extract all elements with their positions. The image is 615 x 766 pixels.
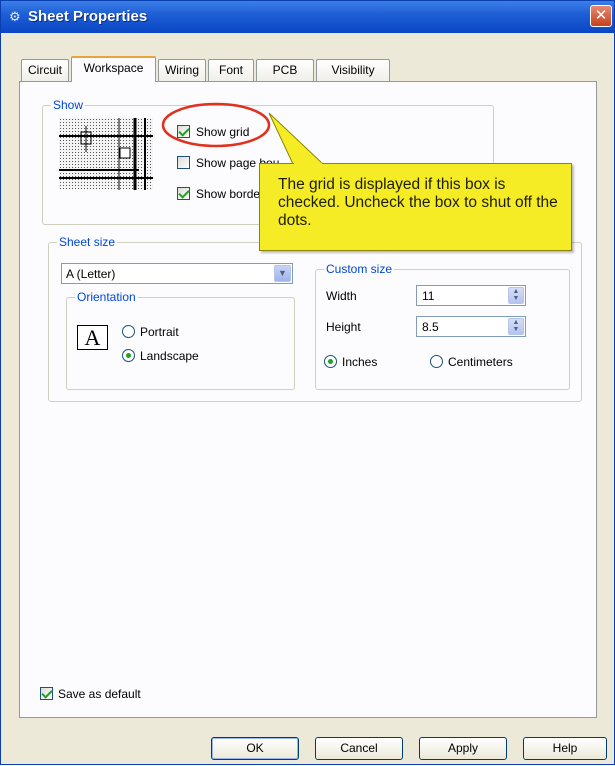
cancel-button[interactable]: Cancel xyxy=(315,737,403,760)
tab-circuit[interactable]: Circuit xyxy=(21,59,69,81)
portrait-radio[interactable] xyxy=(122,325,135,338)
landscape-radio[interactable] xyxy=(122,349,135,362)
apply-button[interactable]: Apply xyxy=(419,737,507,760)
show-border-label: Show borde xyxy=(196,187,261,201)
save-as-default-label: Save as default xyxy=(58,687,141,701)
ok-button-label: OK xyxy=(246,741,264,755)
width-input[interactable]: 11 ▲ ▼ xyxy=(416,285,526,306)
width-label: Width xyxy=(326,289,357,303)
close-icon: ✕ xyxy=(594,7,608,24)
cancel-button-label: Cancel xyxy=(340,741,378,755)
height-input[interactable]: 8.5 ▲ ▼ xyxy=(416,316,526,337)
tab-label: Visibility xyxy=(331,63,375,77)
show-group-label: Show xyxy=(51,98,86,112)
page-orientation-glyph: A xyxy=(84,325,101,350)
show-border-checkbox[interactable] xyxy=(177,187,190,200)
tab-workspace[interactable]: Workspace xyxy=(71,56,156,82)
centimeters-radio[interactable] xyxy=(430,355,443,368)
show-grid-label: Show grid xyxy=(196,125,250,139)
tab-label: Font xyxy=(218,63,243,77)
help-callout: The grid is displayed if this box is che… xyxy=(259,163,572,251)
sheet-size-value: A (Letter) xyxy=(66,267,116,281)
custom-size-group: Custom size Width 11 ▲ ▼ Height 8.5 ▲ ▼ In… xyxy=(315,262,570,390)
tab-font[interactable]: Font xyxy=(208,59,254,81)
save-as-default-checkbox[interactable] xyxy=(40,687,53,700)
portrait-label: Portrait xyxy=(140,325,179,339)
tab-pcb[interactable]: PCB xyxy=(256,59,314,81)
callout-text: The grid is displayed if this box is che… xyxy=(278,176,558,229)
height-spinner-icon[interactable]: ▲ ▼ xyxy=(508,318,524,335)
sheet-properties-dialog: ⚙ Sheet Properties ✕ Circuit Workspace W… xyxy=(0,0,615,765)
custom-size-group-label: Custom size xyxy=(324,262,395,276)
apply-button-label: Apply xyxy=(447,741,479,755)
inches-label: Inches xyxy=(342,355,378,369)
show-page-bounds-checkbox[interactable] xyxy=(177,156,190,169)
height-value: 8.5 xyxy=(422,320,439,334)
page-orientation-icon: A xyxy=(77,325,108,350)
chevron-down-icon[interactable]: ▼ xyxy=(274,265,291,282)
orientation-group-label: Orientation xyxy=(75,290,138,304)
title-bar[interactable]: ⚙ Sheet Properties ✕ xyxy=(1,1,614,33)
tab-label: PCB xyxy=(272,63,298,77)
close-button[interactable]: ✕ xyxy=(590,5,612,27)
tab-label: Wiring xyxy=(164,63,199,77)
landscape-label: Landscape xyxy=(140,349,199,363)
centimeters-label: Centimeters xyxy=(448,355,513,369)
width-spinner-icon[interactable]: ▲ ▼ xyxy=(508,287,524,304)
sheet-size-group: Sheet size A (Letter) ▼ Orientation A Po… xyxy=(48,235,582,402)
help-button[interactable]: Help xyxy=(523,737,607,760)
sheet-size-select[interactable]: A (Letter) ▼ xyxy=(61,263,293,284)
tab-visibility[interactable]: Visibility xyxy=(316,59,390,81)
ok-button[interactable]: OK xyxy=(211,737,299,760)
orientation-group: Orientation A Portrait Landscape xyxy=(66,290,295,390)
tab-label: Workspace xyxy=(83,61,144,75)
show-grid-checkbox[interactable] xyxy=(177,125,190,138)
gear-icon: ⚙ xyxy=(9,9,21,24)
height-label: Height xyxy=(326,320,361,334)
help-button-label: Help xyxy=(552,741,578,755)
inches-radio[interactable] xyxy=(324,355,337,368)
sheet-size-group-label: Sheet size xyxy=(57,235,118,249)
grid-preview-image xyxy=(59,118,153,190)
width-value: 11 xyxy=(422,289,435,303)
tab-wiring[interactable]: Wiring xyxy=(158,59,206,81)
window-title: Sheet Properties xyxy=(28,8,148,25)
tab-label: Circuit xyxy=(27,63,62,77)
